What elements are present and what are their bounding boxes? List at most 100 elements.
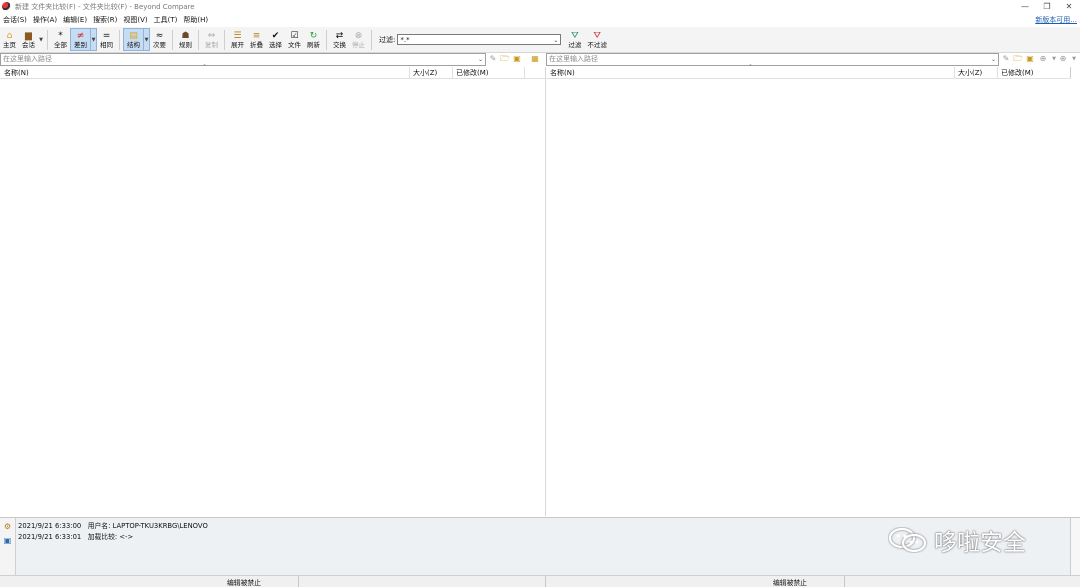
file-check-icon: ☑ [290, 30, 299, 41]
menu-search[interactable]: 搜索(R) [90, 15, 120, 25]
column-divider[interactable] [997, 67, 998, 78]
copy-arrows-icon: ⇔ [207, 30, 216, 41]
filter-value: *.* [400, 36, 410, 44]
left-browse-folder-icon[interactable]: 🗁 [500, 54, 510, 64]
right-col-size[interactable]: 大小(Z) [958, 68, 982, 78]
sort-caret-icon: ^ [202, 64, 208, 71]
toolbar-separator [47, 29, 48, 50]
menu-tools[interactable]: 工具(T) [151, 15, 181, 25]
collapse-button[interactable]: ≡ 折叠 [247, 28, 266, 51]
pane-divider[interactable] [545, 67, 546, 516]
right-path-history-icon[interactable]: ✎ [1001, 54, 1011, 64]
update-available-link[interactable]: 新版本可用... [1035, 15, 1077, 25]
right-col-name[interactable]: 名称(N) [550, 68, 575, 78]
column-divider[interactable] [409, 67, 410, 78]
minor-button[interactable]: ≈ 次要 [150, 28, 169, 51]
menu-actions[interactable]: 操作(A) [30, 15, 60, 25]
chevron-down-icon[interactable]: ⌄ [478, 54, 483, 65]
save-icon[interactable]: ▣ [3, 536, 12, 545]
minimize-button[interactable]: — [1014, 0, 1036, 13]
menu-help[interactable]: 帮助(H) [180, 15, 211, 25]
refresh-label: 刷新 [307, 40, 320, 49]
menu-session[interactable]: 会话(S) [0, 15, 30, 25]
checkmarks-icon: ✔ [271, 30, 280, 41]
right-pane-scrollbar[interactable] [1070, 67, 1080, 78]
sort-caret-icon: ^ [748, 64, 754, 71]
filters-label: 过滤 [568, 40, 582, 49]
right-browse-folder-icon[interactable]: 🗁 [1013, 54, 1023, 64]
show-differences-button[interactable]: ≠ 差别 [70, 28, 91, 51]
column-divider[interactable] [524, 67, 525, 78]
column-divider[interactable] [452, 67, 453, 78]
star-icon: * [58, 30, 63, 41]
menu-bar: 会话(S) 操作(A) 编辑(E) 搜索(R) 视图(V) 工具(T) 帮助(H… [0, 13, 1080, 27]
gear-icon[interactable]: ⚙ [3, 522, 12, 531]
right-back-icon[interactable]: ⊕ [1038, 54, 1048, 64]
left-parent-folder-icon[interactable]: ▣ [512, 54, 522, 64]
column-divider[interactable] [954, 67, 955, 78]
menu-view[interactable]: 视图(V) [120, 15, 150, 25]
left-path-history-icon[interactable]: ✎ [488, 54, 498, 64]
right-path-input[interactable] [549, 55, 998, 63]
briefcase-icon: ▆ [25, 30, 32, 41]
toolbar-separator [224, 29, 225, 50]
left-path-input[interactable] [3, 55, 485, 63]
right-forward-icon[interactable]: ⊕ [1058, 54, 1068, 64]
close-button[interactable]: ✕ [1058, 0, 1080, 13]
no-filter-label: 不过滤 [587, 40, 607, 49]
copy-button[interactable]: ⇔ 复制 [202, 28, 221, 51]
structure-icon: ▤ [129, 30, 138, 41]
copy-label: 复制 [205, 40, 218, 49]
status-divider [298, 576, 299, 587]
expand-button[interactable]: ☰ 展开 [228, 28, 247, 51]
refresh-button[interactable]: ↻ 刷新 [304, 28, 323, 51]
home-button[interactable]: ⌂ 主页 [0, 28, 19, 51]
restore-button[interactable]: ❐ [1036, 0, 1058, 13]
funnel-clear-icon: ⛛ [593, 30, 601, 41]
right-col-modified[interactable]: 已修改(M) [1001, 68, 1034, 78]
show-all-button[interactable]: * 全部 [51, 28, 70, 51]
show-same-button[interactable]: = 相同 [97, 28, 116, 51]
refresh-icon: ↻ [309, 30, 318, 41]
left-path-field[interactable]: ⌄ [0, 53, 486, 66]
home-icon: ⌂ [6, 30, 13, 41]
toolbar-separator [119, 29, 120, 50]
log-entry: 2021/9/21 6:33:01 加载比较: <-> [18, 531, 133, 541]
left-col-name[interactable]: 名称(N) [4, 68, 29, 78]
right-path-field[interactable]: ⌄ [546, 53, 999, 66]
log-scrollbar[interactable] [1070, 518, 1080, 576]
left-col-modified[interactable]: 已修改(M) [456, 68, 489, 78]
filter-input[interactable]: *.* ⌄ [397, 34, 562, 46]
collapse-label: 折叠 [250, 40, 263, 49]
structure-label: 结构 [127, 40, 140, 49]
log-text: 用户名: LAPTOP-TKU3KRBG\LENOVO [87, 522, 208, 530]
right-forward-dropdown-icon[interactable]: ▼ [1069, 54, 1079, 64]
chevron-down-icon[interactable]: ⌄ [553, 35, 558, 46]
select-button[interactable]: ✔ 选择 [266, 28, 285, 51]
toolbar-separator [198, 29, 199, 50]
status-divider [844, 576, 845, 587]
structure-button[interactable]: ▤ 结构 [123, 28, 144, 51]
no-filter-button[interactable]: ⛛ 不过滤 [584, 28, 610, 51]
chevron-down-icon[interactable]: ⌄ [991, 54, 996, 65]
stop-button[interactable]: ⊗ 停止 [349, 28, 368, 51]
filters-button[interactable]: ⛛ 过滤 [565, 28, 584, 51]
swap-icon: ⇄ [335, 30, 344, 41]
toolbar-separator [326, 29, 327, 50]
stop-label: 停止 [352, 40, 365, 49]
sessions-button[interactable]: ▆ 会话 [19, 28, 38, 51]
rules-label: 规则 [179, 40, 192, 49]
not-equal-icon: ≠ [76, 30, 85, 41]
left-col-size[interactable]: 大小(Z) [413, 68, 437, 78]
status-bar: 编辑被禁止 编辑被禁止 [0, 575, 1080, 587]
left-swap-folder-icon[interactable]: ▦ [530, 54, 540, 64]
rules-button[interactable]: ☗ 规则 [176, 28, 195, 51]
sessions-dropdown-arrow[interactable]: ▼ [38, 28, 44, 51]
menu-edit[interactable]: 编辑(E) [60, 15, 90, 25]
window-title: 新建 文件夹比较(F) - 文件夹比较(F) - Beyond Compare [15, 2, 195, 11]
swap-button[interactable]: ⇄ 交换 [330, 28, 349, 51]
sessions-label: 会话 [22, 40, 35, 49]
right-parent-folder-icon[interactable]: ▣ [1025, 54, 1035, 64]
files-button[interactable]: ☑ 文件 [285, 28, 304, 51]
toolbar-separator [172, 29, 173, 50]
